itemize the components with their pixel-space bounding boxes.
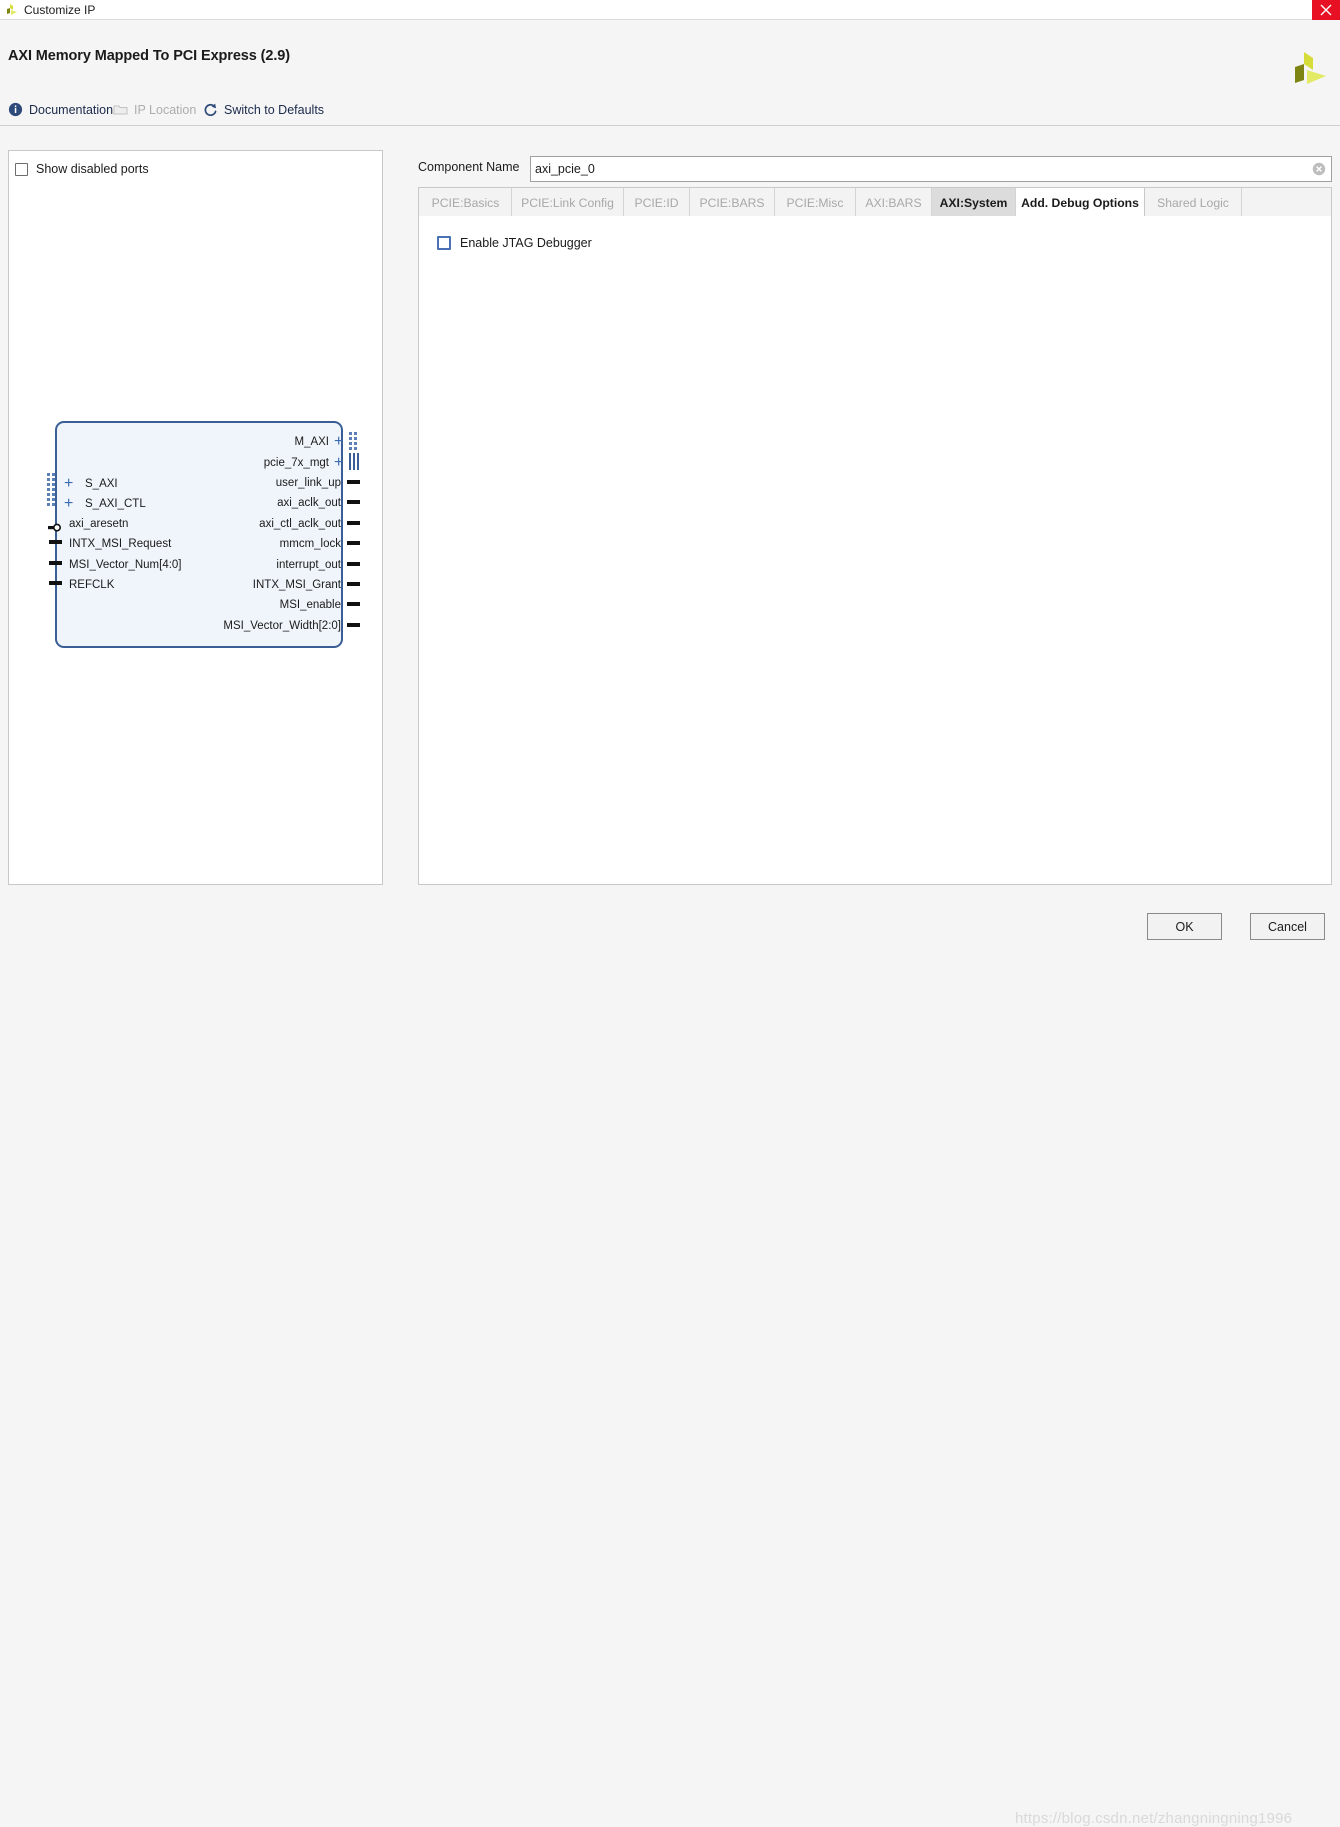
bus-stub-pcie-7x-mgt: [349, 453, 360, 470]
expander-s-axi[interactable]: +: [64, 477, 73, 490]
port-label-axi-ctl-aclk-out: axi_ctl_aclk_out: [179, 518, 341, 531]
config-panel: Component Name PCIE:Basics PCIE:Link Con…: [418, 150, 1332, 885]
port-label-user-link-up: user_link_up: [189, 477, 341, 490]
enable-jtag-debugger-box[interactable]: [437, 236, 451, 250]
pin-intx-msi-request: [49, 540, 62, 544]
tab-axi-bars[interactable]: AXI:BARS: [856, 188, 932, 217]
documentation-button[interactable]: Documentation: [8, 93, 113, 126]
close-button[interactable]: [1312, 0, 1340, 20]
ip-location-button[interactable]: IP Location: [113, 93, 196, 126]
port-label-interrupt-out: interrupt_out: [189, 559, 341, 572]
ip-symbol-box: [55, 421, 343, 648]
tab-pcie-bars[interactable]: PCIE:BARS: [690, 188, 775, 217]
refresh-icon: [203, 102, 218, 117]
tab-pane-add-debug-options: Enable JTAG Debugger: [418, 216, 1332, 885]
pin-msi-vector-num: [49, 561, 62, 565]
pin-msi-vector-width: [347, 623, 360, 627]
pin-axi-aresetn: [48, 519, 63, 528]
enable-jtag-debugger-label: Enable JTAG Debugger: [460, 236, 592, 250]
expander-s-axi-ctl[interactable]: +: [64, 497, 73, 510]
port-label-axi-aresetn: axi_aresetn: [69, 518, 128, 531]
component-name-row: Component Name: [418, 156, 1332, 182]
xilinx-logo-icon: [5, 3, 19, 17]
cancel-button[interactable]: Cancel: [1250, 913, 1325, 940]
tab-pcie-basics[interactable]: PCIE:Basics: [420, 188, 512, 217]
port-label-m-axi: M_AXI: [189, 436, 329, 449]
pin-user-link-up: [347, 480, 360, 484]
component-name-input[interactable]: [531, 157, 1301, 181]
config-tabstrip: PCIE:Basics PCIE:Link Config PCIE:ID PCI…: [418, 187, 1332, 216]
port-label-s-axi: S_AXI: [85, 478, 118, 491]
watermark-text: https://blog.csdn.net/zhangningning1996: [1015, 1810, 1292, 1827]
tab-pcie-link-config[interactable]: PCIE:Link Config: [512, 188, 624, 217]
port-label-s-axi-ctl: S_AXI_CTL: [85, 498, 146, 511]
pin-interrupt-out: [347, 562, 360, 566]
tab-axi-system[interactable]: AXI:System: [932, 188, 1016, 217]
window-title: Customize IP: [24, 2, 95, 18]
page-title: AXI Memory Mapped To PCI Express (2.9): [8, 48, 290, 64]
dialog-footer: https://blog.csdn.net/zhangningning1996 …: [0, 885, 1340, 953]
dialog-header: AXI Memory Mapped To PCI Express (2.9): [0, 20, 1340, 93]
bus-stub-s-axi-ctl: [47, 493, 58, 507]
enable-jtag-debugger-checkbox[interactable]: Enable JTAG Debugger: [437, 236, 592, 250]
port-label-pcie-7x-mgt: pcie_7x_mgt: [169, 457, 329, 470]
pin-intx-msi-grant: [347, 582, 360, 586]
port-label-mmcm-lock: mmcm_lock: [189, 538, 341, 551]
switch-to-defaults-button[interactable]: Switch to Defaults: [203, 93, 324, 126]
switch-to-defaults-label: Switch to Defaults: [224, 103, 324, 117]
expander-m-axi[interactable]: +: [334, 435, 343, 448]
port-label-intx-msi-grant: INTX_MSI_Grant: [179, 579, 341, 592]
port-label-refclk: REFCLK: [69, 579, 114, 592]
port-label-msi-vector-num: MSI_Vector_Num[4:0]: [69, 559, 182, 572]
ip-symbol-panel: Show disabled ports + S_AXI + S_AXI_CTL: [8, 150, 383, 885]
ip-location-label: IP Location: [134, 103, 196, 117]
port-label-msi-enable: MSI_enable: [189, 599, 341, 612]
documentation-label: Documentation: [29, 103, 113, 117]
tab-add-debug-options[interactable]: Add. Debug Options: [1016, 188, 1145, 217]
ok-button[interactable]: OK: [1147, 913, 1222, 940]
folder-icon: [113, 102, 128, 117]
bus-stub-s-axi: [47, 473, 58, 491]
expander-pcie-7x-mgt[interactable]: +: [334, 456, 343, 469]
tab-pcie-id[interactable]: PCIE:ID: [624, 188, 690, 217]
pin-msi-enable: [347, 602, 360, 606]
port-label-msi-vector-width: MSI_Vector_Width[2:0]: [164, 620, 341, 633]
window-title-bar: Customize IP: [0, 0, 1340, 20]
pin-mmcm-lock: [347, 541, 360, 545]
pin-axi-aclk-out: [347, 500, 360, 504]
component-name-field[interactable]: [530, 156, 1332, 182]
tab-pcie-misc[interactable]: PCIE:Misc: [775, 188, 856, 217]
toolbar: Documentation IP Location Switch to Defa…: [0, 93, 1340, 126]
clear-circle-icon[interactable]: [1312, 162, 1326, 176]
xilinx-logo: [1290, 50, 1330, 86]
port-label-axi-aclk-out: axi_aclk_out: [189, 497, 341, 510]
info-icon: [8, 102, 23, 117]
bus-stub-m-axi: [349, 432, 360, 450]
tab-shared-logic[interactable]: Shared Logic: [1145, 188, 1242, 217]
pin-refclk: [49, 581, 62, 585]
ip-block-diagram: + S_AXI + S_AXI_CTL axi_aresetn INTX_MSI…: [9, 151, 384, 886]
pin-axi-ctl-aclk-out: [347, 521, 360, 525]
component-name-label: Component Name: [418, 160, 519, 174]
port-label-intx-msi-request: INTX_MSI_Request: [69, 538, 171, 551]
